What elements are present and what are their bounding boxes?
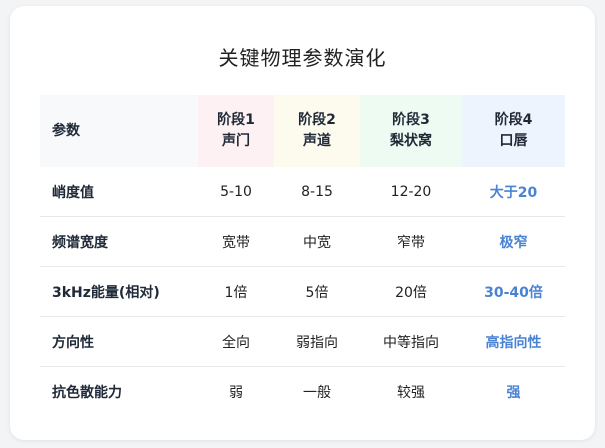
row-label: 3kHz能量(相对) (40, 266, 198, 317)
table-cell: 弱指向 (274, 316, 360, 367)
header-stage-1: 阶段1 声门 (198, 95, 274, 167)
page-title: 关键物理参数演化 (218, 46, 387, 70)
table-cell: 5倍 (274, 266, 360, 317)
header-stage-4-name: 口唇 (499, 133, 528, 149)
highlight-cell: 30-40倍 (462, 266, 565, 317)
table-row: 3kHz能量(相对) 1倍 5倍 20倍 30-40倍 (40, 266, 565, 317)
header-stage-4-number: 阶段4 (494, 112, 533, 128)
highlight-cell: 强 (506, 384, 521, 401)
table-header-row: 参数 阶段1 声门 阶段2 声道 阶段3 梨状窝 阶段4 口唇 (40, 95, 565, 167)
header-stage-2-number: 阶段2 (298, 112, 336, 128)
highlight-cell: 大于20 (462, 167, 565, 217)
table-cell: 8-15 (274, 167, 360, 217)
table-cell: 20倍 (360, 266, 462, 317)
table-cell: 中宽 (274, 216, 360, 267)
table-cell: 较强 (397, 384, 425, 401)
parameter-table: 参数 阶段1 声门 阶段2 声道 阶段3 梨状窝 阶段4 口唇 峭度值 5-10… (40, 95, 565, 416)
header-stage-3: 阶段3 梨状窝 (360, 95, 462, 167)
parameter-card: 关键物理参数演化 参数 阶段1 声门 阶段2 声道 阶段3 梨状窝 阶段4 口唇… (10, 6, 595, 440)
table-cell: 12-20 (360, 167, 462, 217)
table-row: 抗色散能力 弱 一般 较强 强 (40, 367, 565, 417)
table-row: 峭度值 5-10 8-15 12-20 大于20 (40, 167, 565, 217)
table-cell: 中等指向 (360, 316, 462, 367)
row-label: 峭度值 (40, 167, 198, 217)
table-cell: 弱 (229, 384, 243, 401)
header-stage-2-name: 声道 (303, 133, 331, 149)
header-stage-2: 阶段2 声道 (274, 95, 360, 167)
highlight-cell: 高指向性 (462, 316, 565, 367)
table-cell: 5-10 (198, 167, 274, 217)
table-cell: 全向 (198, 316, 274, 367)
header-stage-3-number: 阶段3 (392, 112, 430, 128)
header-stage-3-name: 梨状窝 (390, 133, 432, 149)
table-cell: 一般 (303, 384, 331, 401)
header-stage-1-number: 阶段1 (217, 112, 255, 128)
row-label: 方向性 (40, 316, 198, 367)
table-cell: 1倍 (198, 266, 274, 317)
table-row: 方向性 全向 弱指向 中等指向 高指向性 (40, 316, 565, 367)
table-row: 频谱宽度 宽带 中宽 窄带 极窄 (40, 216, 565, 267)
table-cell: 窄带 (360, 216, 462, 267)
header-stage-1-name: 声门 (222, 133, 250, 149)
table-cell: 宽带 (198, 216, 274, 267)
highlight-cell: 极窄 (462, 216, 565, 267)
header-param: 参数 (40, 95, 198, 167)
row-label: 频谱宽度 (40, 216, 198, 267)
header-stage-4: 阶段4 口唇 (462, 95, 565, 167)
row-label: 抗色散能力 (52, 384, 122, 401)
